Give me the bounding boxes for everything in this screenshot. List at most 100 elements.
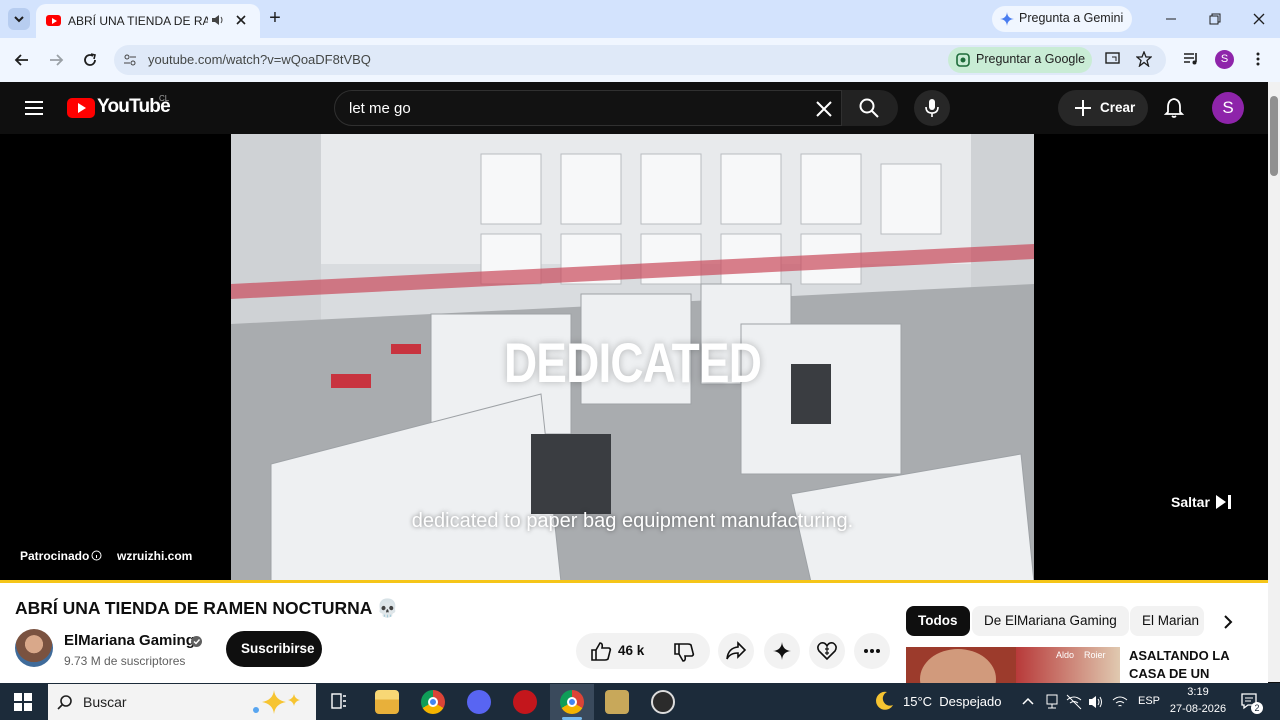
notifications-bell-icon[interactable] xyxy=(1163,97,1185,119)
ad-video-frame[interactable]: DEDICATED dedicated to paper bag equipme… xyxy=(231,134,1034,582)
file-explorer-icon[interactable] xyxy=(375,690,399,714)
skip-label: Saltar xyxy=(1171,494,1210,510)
taskbar-search[interactable]: Buscar xyxy=(48,684,316,720)
wifi-off-icon[interactable] xyxy=(1066,694,1082,710)
youtube-logo[interactable]: YouTube CL xyxy=(67,94,177,120)
restore-icon[interactable] xyxy=(1208,12,1222,26)
site-info-icon[interactable] xyxy=(122,52,138,68)
search-highlight-sparkles-icon xyxy=(253,690,300,714)
sponsored-label: Patrocinado xyxy=(20,549,89,563)
region-code: CL xyxy=(159,94,170,103)
sparkle-icon xyxy=(773,642,791,660)
league-client-icon[interactable] xyxy=(605,690,629,714)
tray-chevron-up-icon[interactable] xyxy=(1021,695,1035,707)
sponsored-text: Patrocinado xyxy=(20,549,90,563)
skip-next-icon xyxy=(1216,495,1231,509)
search-query: let me go xyxy=(349,100,411,117)
video-title: ABRÍ UNA TIENDA DE RAMEN NOCTURNA 💀 xyxy=(15,598,399,618)
verified-check-icon xyxy=(191,636,202,647)
create-button[interactable]: Crear xyxy=(1058,90,1148,126)
youtube-play-logo-icon xyxy=(67,98,95,118)
clear-search-icon[interactable] xyxy=(815,100,833,118)
more-actions-button[interactable] xyxy=(854,633,890,669)
wifi-icon[interactable] xyxy=(1112,694,1128,710)
forward-icon[interactable] xyxy=(48,52,64,68)
ask-ai-button[interactable] xyxy=(764,633,800,669)
back-icon[interactable] xyxy=(14,52,30,68)
search-input[interactable]: let me go xyxy=(334,90,842,126)
share-icon xyxy=(726,641,747,660)
weather-text[interactable]: 15°C Despejado xyxy=(903,694,1001,709)
dislike-icon[interactable] xyxy=(673,643,695,663)
chip-todos[interactable]: Todos xyxy=(906,606,970,636)
heart-dollar-icon xyxy=(817,642,837,661)
next-video-title[interactable]: ASALTANDO LA CASA DE UN xyxy=(1129,647,1249,683)
skip-ad-button[interactable]: Saltar xyxy=(1171,494,1210,510)
close-window-icon[interactable] xyxy=(1252,12,1266,26)
language-indicator[interactable]: ESP xyxy=(1138,695,1160,707)
clock-date[interactable]: 27-08-2026 xyxy=(1166,703,1230,715)
browser-tab[interactable]: ABRÍ UNA TIENDA DE RAMEN xyxy=(36,4,260,38)
windows-start-icon[interactable] xyxy=(14,693,32,711)
channel-name[interactable]: ElMariana Gaming xyxy=(64,632,195,649)
tab-title: ABRÍ UNA TIENDA DE RAMEN xyxy=(68,14,208,28)
next-video-thumbnail[interactable]: Aldo Roier xyxy=(906,647,1120,683)
chevron-down-icon xyxy=(14,16,24,23)
youtube-favicon-icon xyxy=(46,15,61,26)
gemini-label: Pregunta a Gemini xyxy=(1019,11,1124,25)
ad-caption: dedicated to paper bag equipment manufac… xyxy=(411,510,854,532)
speaker-icon[interactable] xyxy=(210,13,224,27)
minimize-icon[interactable] xyxy=(1164,12,1178,26)
plus-icon xyxy=(1075,100,1091,116)
obs-recorder-icon[interactable] xyxy=(651,690,675,714)
chrome-active-slot[interactable] xyxy=(550,684,594,720)
close-tab-icon[interactable] xyxy=(234,13,248,27)
network-icon[interactable] xyxy=(1044,694,1060,710)
thumb-label-2: Roier xyxy=(1084,650,1106,660)
bookmark-star-icon[interactable] xyxy=(1136,51,1152,67)
gemini-button[interactable]: Pregunta a Gemini xyxy=(992,6,1132,32)
subscriber-count: 9.73 M de suscriptores xyxy=(64,654,186,668)
more-horizontal-icon xyxy=(864,649,880,653)
chip-channel[interactable]: De ElMariana Gaming xyxy=(972,606,1129,636)
new-tab-button[interactable]: + xyxy=(266,7,284,30)
game-app-icon[interactable] xyxy=(513,690,537,714)
like-count[interactable]: 46 k xyxy=(618,643,644,658)
search-icon xyxy=(859,98,879,118)
account-avatar[interactable]: S xyxy=(1212,92,1244,124)
like-icon[interactable] xyxy=(590,641,612,661)
thanks-button[interactable] xyxy=(809,633,845,669)
notification-count-badge: 2 xyxy=(1251,702,1263,714)
create-label: Crear xyxy=(1100,100,1136,115)
hamburger-menu-icon[interactable] xyxy=(24,98,44,118)
cast-install-icon[interactable] xyxy=(1105,51,1121,67)
chrome-taskbar-icon[interactable] xyxy=(421,690,445,714)
volume-icon[interactable] xyxy=(1088,694,1104,710)
media-controls-icon[interactable] xyxy=(1183,51,1199,67)
tab-search-button[interactable] xyxy=(8,8,30,30)
google-lens-icon xyxy=(956,53,970,67)
chrome-menu-icon[interactable] xyxy=(1252,51,1264,67)
scrollbar-thumb[interactable] xyxy=(1270,96,1278,176)
advertiser-link[interactable]: wzruizhi.com xyxy=(117,549,192,563)
info-icon[interactable] xyxy=(91,550,102,561)
share-button[interactable] xyxy=(718,633,754,669)
subscribe-button[interactable]: Suscribirse xyxy=(226,631,322,667)
clock-time[interactable]: 3:19 xyxy=(1170,686,1226,698)
chevron-right-icon[interactable] xyxy=(1222,614,1234,630)
ask-google-label: Preguntar a Google xyxy=(976,52,1086,66)
gemini-sparkle-icon xyxy=(1000,12,1014,26)
weather-moon-icon xyxy=(876,691,893,710)
voice-search-button[interactable] xyxy=(914,90,950,126)
search-icon xyxy=(57,695,72,710)
subscribe-label: Suscribirse xyxy=(241,641,315,656)
channel-avatar[interactable] xyxy=(15,629,53,667)
taskbar-search-label: Buscar xyxy=(83,694,127,710)
chip-partial[interactable]: El Marian xyxy=(1130,606,1204,636)
reload-icon[interactable] xyxy=(82,52,98,68)
search-button[interactable] xyxy=(842,90,898,126)
chrome-profile-avatar[interactable]: S xyxy=(1215,50,1234,69)
url-text[interactable]: youtube.com/watch?v=wQoaDF8tVBQ xyxy=(148,52,371,67)
discord-icon[interactable] xyxy=(467,690,491,714)
task-view-icon[interactable] xyxy=(330,692,348,710)
